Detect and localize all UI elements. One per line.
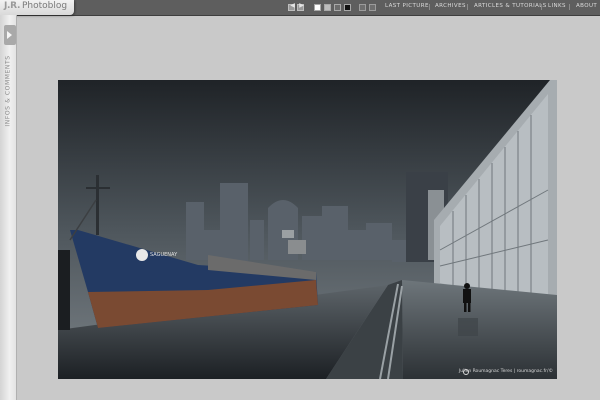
logo-mark: J.R. xyxy=(4,1,21,11)
nav-divider xyxy=(569,4,570,10)
background-white-swatch[interactable] xyxy=(314,4,321,11)
photo-watermark: Julien Roumagnac Teres | roumagnac.fr/© xyxy=(458,369,553,374)
nav-divider xyxy=(429,4,430,10)
nav-divider xyxy=(541,4,542,10)
quay-walkway xyxy=(402,280,557,379)
nav-articles-tutorials[interactable]: ARTICLES & TUTORIALS xyxy=(474,3,547,9)
main-photo: SAGUENAY Julien Roumagnac Teres | roumag… xyxy=(58,80,557,379)
chevron-left-icon: ◀ xyxy=(290,2,295,9)
nav-last-picture[interactable]: LAST PICTURE xyxy=(385,3,429,9)
site-logo[interactable]: J.R. Photoblog xyxy=(0,0,74,15)
previous-photo-button[interactable]: ◀ xyxy=(288,2,295,11)
background-light-gray-swatch[interactable] xyxy=(324,4,331,11)
info-sidebar: INFOS & COMMENTS xyxy=(0,15,17,400)
infos-comments-tab[interactable]: INFOS & COMMENTS xyxy=(2,51,14,131)
nav-about[interactable]: ABOUT xyxy=(576,3,597,9)
logo-name: Photoblog xyxy=(22,1,68,11)
top-navigation-bar: J.R. Photoblog ◀ ▶ LAST PICTURE ARCHIVES… xyxy=(0,0,600,16)
left-bow xyxy=(58,250,70,330)
ship-name: SAGUENAY xyxy=(150,252,178,258)
harbor-photo-illustration: SAGUENAY xyxy=(58,80,557,379)
background-dark-gray-swatch[interactable] xyxy=(334,4,341,11)
nav-divider xyxy=(467,4,468,10)
fullscreen-icon[interactable] xyxy=(369,4,376,11)
next-photo-button[interactable]: ▶ xyxy=(297,2,304,11)
triangle-right-icon xyxy=(7,31,12,39)
background-black-swatch[interactable] xyxy=(344,4,351,11)
sidebar-toggle-button[interactable] xyxy=(4,25,16,45)
nav-links[interactable]: LINKS xyxy=(548,3,566,9)
nav-archives[interactable]: ARCHIVES xyxy=(435,3,466,9)
infos-comments-label: INFOS & COMMENTS xyxy=(4,55,12,127)
rss-icon[interactable] xyxy=(359,4,366,11)
puddle-reflection xyxy=(458,318,478,336)
chevron-right-icon: ▶ xyxy=(299,2,304,9)
